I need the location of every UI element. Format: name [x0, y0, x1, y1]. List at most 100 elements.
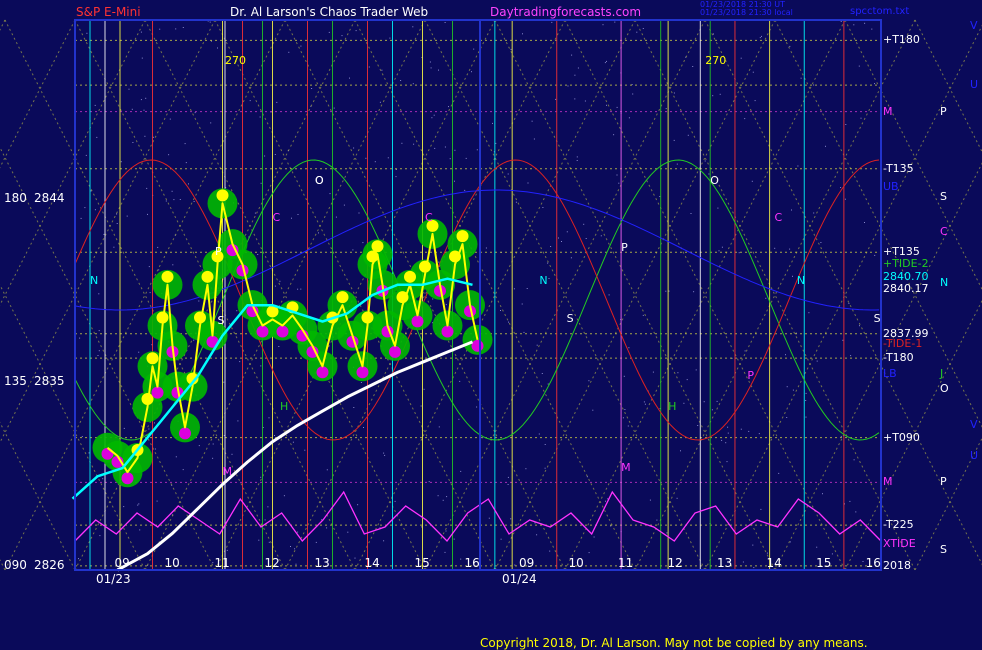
star	[727, 426, 729, 428]
y-price-label: 2844	[34, 191, 65, 205]
right-axis-label: -T180	[883, 351, 914, 365]
star	[754, 100, 756, 102]
star	[860, 117, 862, 119]
annotation-label: M	[621, 461, 631, 475]
right-axis-label: M	[883, 475, 893, 489]
star	[145, 97, 147, 99]
star	[430, 67, 432, 69]
star	[726, 461, 728, 463]
star	[159, 28, 161, 30]
star	[624, 409, 626, 410]
star	[858, 65, 860, 67]
star	[791, 209, 792, 211]
star	[276, 101, 278, 103]
star	[805, 400, 807, 401]
star	[116, 223, 118, 224]
star	[526, 288, 528, 289]
price-high-dot	[336, 291, 349, 304]
star	[141, 57, 143, 59]
star	[507, 173, 509, 175]
star	[259, 116, 261, 118]
star	[850, 355, 852, 357]
star	[97, 355, 99, 356]
star	[513, 288, 515, 290]
star	[695, 369, 697, 371]
star	[329, 193, 331, 195]
annotation-label: 270	[705, 53, 727, 67]
star	[193, 339, 195, 341]
star	[152, 136, 154, 138]
star	[394, 500, 396, 502]
price-high-dot	[404, 270, 416, 283]
star	[789, 248, 791, 250]
date-label-day1: 01/23	[96, 572, 131, 586]
star	[343, 204, 345, 206]
star	[357, 504, 359, 506]
star	[465, 157, 467, 159]
star	[592, 409, 594, 411]
star	[523, 331, 525, 333]
star	[584, 100, 586, 102]
star	[711, 409, 713, 411]
data-file-name: spcctom.txt	[850, 6, 910, 17]
star	[148, 428, 150, 430]
star	[260, 182, 262, 184]
price-low-dot	[441, 325, 454, 338]
star	[727, 432, 729, 434]
planet-label: S	[940, 190, 947, 204]
site-link[interactable]: Daytradingforecasts.com	[490, 5, 641, 19]
star	[738, 252, 740, 254]
annotation-label: H	[280, 400, 289, 414]
star	[358, 212, 360, 214]
annotation-label: N	[796, 273, 806, 287]
star	[198, 445, 200, 447]
star	[355, 30, 357, 32]
star	[636, 31, 638, 33]
star	[79, 337, 81, 339]
hour-tick-label: 14	[766, 556, 782, 570]
star	[171, 190, 173, 192]
y-price-label: 2835	[34, 374, 65, 388]
annotation-label: S	[873, 312, 881, 326]
price-low-dot	[316, 366, 329, 379]
star	[712, 95, 714, 97]
star	[844, 198, 846, 200]
star	[758, 433, 760, 435]
star	[507, 484, 509, 485]
star	[84, 207, 86, 209]
star	[412, 83, 414, 85]
planet-label: C	[940, 224, 948, 238]
annotation-label: S	[217, 314, 225, 328]
star	[389, 37, 391, 39]
star	[353, 147, 355, 149]
timestamp-line-2: 01/23/2018 21:30 local	[700, 8, 793, 17]
star	[126, 215, 128, 217]
hour-tick-label: 12	[264, 556, 280, 570]
price-low-dot	[101, 447, 114, 460]
annotation-label: N	[90, 273, 99, 287]
star	[454, 180, 455, 182]
star	[264, 155, 266, 157]
date-label-day2: 01/24	[502, 572, 537, 586]
star	[363, 427, 364, 428]
star	[438, 426, 440, 428]
star	[692, 66, 694, 67]
star	[561, 241, 562, 242]
star	[786, 417, 788, 418]
star	[808, 312, 810, 314]
star	[165, 200, 167, 202]
star	[297, 288, 299, 290]
star	[374, 161, 376, 163]
y-price-label: 2826	[34, 558, 65, 572]
price-high-dot	[146, 352, 159, 365]
annotation-label: S	[566, 312, 574, 326]
planet-label: V	[970, 19, 978, 33]
star	[623, 375, 625, 377]
star	[593, 536, 595, 538]
star	[144, 135, 146, 137]
star	[128, 88, 130, 90]
star	[759, 37, 761, 39]
star	[652, 371, 654, 373]
star	[576, 160, 578, 161]
star	[676, 497, 678, 499]
